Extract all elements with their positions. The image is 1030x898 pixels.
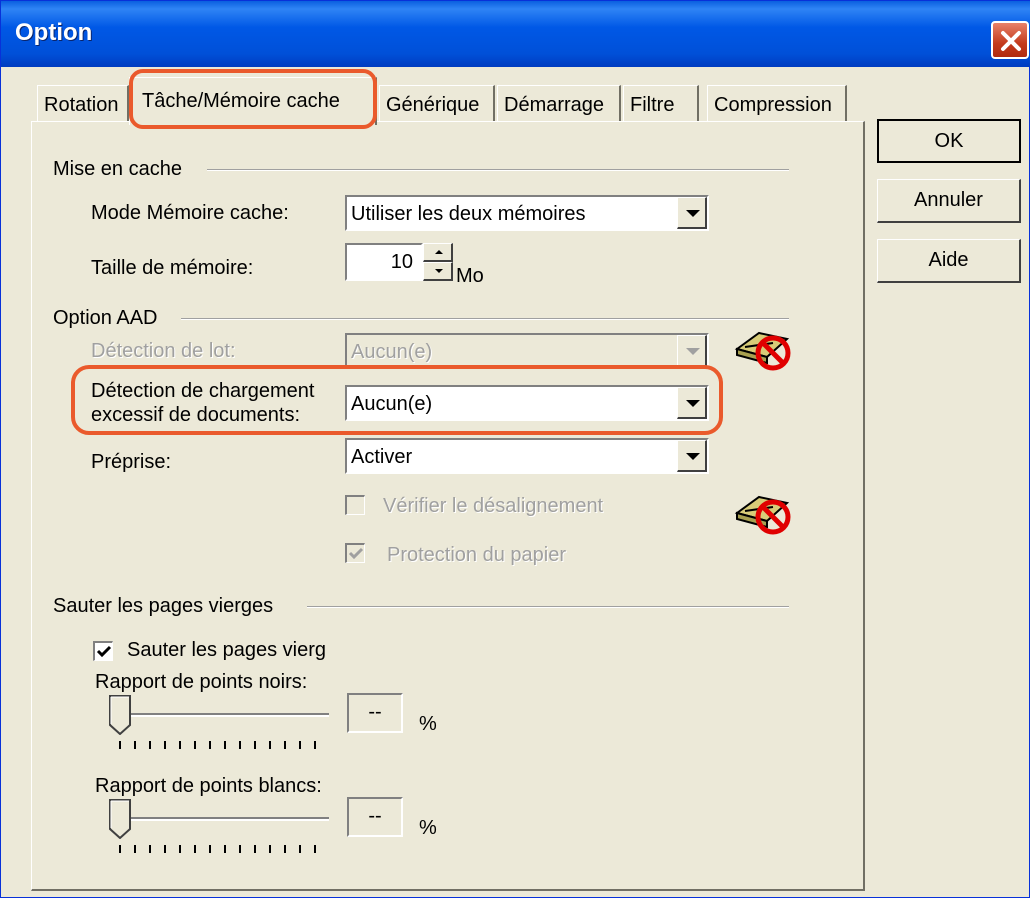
skip-blank-label: Sauter les pages vierg xyxy=(127,639,327,661)
spin-up-button[interactable] xyxy=(423,243,453,262)
white-ratio-slider-thumb[interactable] xyxy=(109,799,131,839)
prepick-label: Préprise: xyxy=(91,451,172,473)
memory-size-unit: Mo xyxy=(456,265,484,287)
white-ratio-value: -- xyxy=(347,797,403,837)
chevron-down-icon[interactable] xyxy=(677,387,707,419)
white-ratio-label: Rapport de points blancs: xyxy=(95,775,322,797)
batch-detection-select[interactable]: Aucun(e) xyxy=(345,333,709,369)
spin-down-button[interactable] xyxy=(423,262,453,281)
skew-check-checkbox[interactable] xyxy=(345,495,365,515)
white-ratio-percent: % xyxy=(419,817,437,839)
not-available-icon xyxy=(734,331,791,371)
paper-protection-checkbox[interactable] xyxy=(345,543,365,563)
chevron-down-icon[interactable] xyxy=(677,440,707,472)
caching-group-label: Mise en cache xyxy=(53,158,182,180)
arrow-up-icon xyxy=(435,250,443,254)
overload-detection-value: Aucun(e) xyxy=(351,393,433,415)
not-available-icon xyxy=(734,495,791,535)
batch-detection-label: Détection de lot: xyxy=(91,340,236,362)
skip-blank-checkbox[interactable] xyxy=(93,641,113,661)
black-ratio-ticks xyxy=(119,741,325,749)
blank-group-label: Sauter les pages vierges xyxy=(53,595,274,617)
chevron-down-icon[interactable] xyxy=(677,335,707,367)
cache-mode-value: Utiliser les deux mémoires xyxy=(351,203,586,225)
skew-check-label: Vérifier le désalignement xyxy=(383,495,604,517)
arrow-down-icon xyxy=(435,269,443,273)
chevron-down-icon[interactable] xyxy=(677,197,707,229)
cache-mode-label: Mode Mémoire cache: xyxy=(91,202,289,224)
blank-group-line xyxy=(307,606,789,608)
black-ratio-label: Rapport de points noirs: xyxy=(95,671,308,693)
white-ratio-ticks xyxy=(119,845,325,853)
black-ratio-percent: % xyxy=(419,713,437,735)
checkmark-icon xyxy=(348,547,364,560)
overload-detection-label-1: Détection de chargement xyxy=(91,380,315,402)
caching-group-line xyxy=(207,169,789,171)
memory-size-value: 10 xyxy=(390,251,413,273)
batch-detection-value: Aucun(e) xyxy=(351,341,433,363)
prepick-select[interactable]: Activer xyxy=(345,438,709,474)
panel-content: Mise en cache Mode Mémoire cache: Utilis… xyxy=(1,1,1030,898)
prepick-value: Activer xyxy=(351,446,413,468)
option-dialog: Option Rotation Tâche/Mémoire cache Géné… xyxy=(0,0,1030,898)
black-ratio-slider-thumb[interactable] xyxy=(109,695,131,735)
cache-mode-select[interactable]: Utiliser les deux mémoires xyxy=(345,195,709,231)
checkmark-icon xyxy=(96,645,112,658)
memory-size-input[interactable]: 10 xyxy=(345,243,423,281)
aad-group-label: Option AAD xyxy=(53,307,158,329)
overload-detection-label-2: excessif de documents: xyxy=(91,404,300,426)
white-ratio-track[interactable] xyxy=(119,817,329,821)
aad-group-line xyxy=(181,318,789,320)
black-ratio-track[interactable] xyxy=(119,713,329,717)
black-ratio-value: -- xyxy=(347,693,403,733)
overload-detection-select[interactable]: Aucun(e) xyxy=(345,385,709,421)
memory-size-label: Taille de mémoire: xyxy=(91,257,254,279)
paper-protection-label: Protection du papier xyxy=(387,544,567,566)
